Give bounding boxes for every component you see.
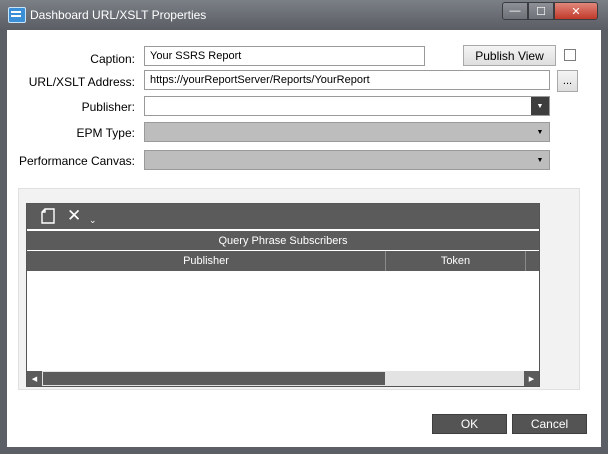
chevron-down-icon[interactable]: ▼ — [531, 123, 549, 141]
dialog-body: Caption: Your SSRS Report Publish View U… — [7, 30, 601, 447]
ok-button[interactable]: OK — [432, 414, 507, 434]
dialog-window: Dashboard URL/XSLT Properties — ☐ ✕ Capt… — [0, 0, 608, 454]
horizontal-scrollbar[interactable]: ◀ ▶ — [27, 371, 539, 386]
chevron-down-icon[interactable]: ▼ — [531, 151, 549, 169]
subscribers-grid: ✕ ⌄ Query Phrase Subscribers Publisher T… — [26, 203, 540, 387]
epm-type-label: EPM Type: — [76, 126, 135, 140]
performance-canvas-select[interactable]: ▼ — [144, 150, 550, 170]
chevron-down-icon[interactable]: ⌄ — [89, 212, 97, 228]
cancel-button[interactable]: Cancel — [512, 414, 587, 434]
scrollbar-thumb[interactable] — [43, 372, 385, 385]
scroll-left-icon[interactable]: ◀ — [27, 371, 42, 386]
minimize-button[interactable]: — — [502, 2, 528, 20]
grid-header: Publisher Token — [27, 251, 539, 271]
close-button[interactable]: ✕ — [554, 2, 598, 20]
scroll-right-icon[interactable]: ▶ — [524, 371, 539, 386]
column-header-token[interactable]: Token — [386, 251, 526, 271]
minimize-icon: — — [509, 5, 521, 17]
close-icon: ✕ — [571, 5, 581, 18]
performance-canvas-label: Performance Canvas: — [18, 154, 135, 168]
url-input[interactable]: https://yourReportServer/Reports/YourRep… — [144, 70, 550, 90]
grid-toolbar: ✕ ⌄ — [27, 204, 539, 229]
new-document-icon[interactable] — [41, 208, 55, 228]
app-icon — [8, 7, 26, 23]
caption-input[interactable]: Your SSRS Report — [144, 46, 425, 66]
grid-caption: Query Phrase Subscribers — [27, 231, 539, 250]
maximize-icon: ☐ — [536, 5, 546, 18]
publisher-label: Publisher: — [81, 100, 135, 114]
chevron-down-icon[interactable]: ▼ — [531, 97, 549, 115]
column-header-publisher[interactable]: Publisher — [27, 251, 386, 271]
caption-label: Caption: — [90, 52, 135, 66]
delete-x-icon[interactable]: ✕ — [67, 207, 81, 224]
browse-button[interactable]: ... — [557, 70, 578, 92]
publish-view-button[interactable]: Publish View — [463, 45, 556, 66]
epm-type-select[interactable]: ▼ — [144, 122, 550, 142]
title-bar[interactable]: Dashboard URL/XSLT Properties — ☐ ✕ — [0, 0, 608, 30]
url-label: URL/XSLT Address: — [28, 75, 135, 89]
maximize-button[interactable]: ☐ — [528, 2, 554, 20]
publish-view-checkbox[interactable] — [564, 49, 576, 61]
window-title: Dashboard URL/XSLT Properties — [30, 8, 207, 22]
publisher-select[interactable]: ▼ — [144, 96, 550, 116]
